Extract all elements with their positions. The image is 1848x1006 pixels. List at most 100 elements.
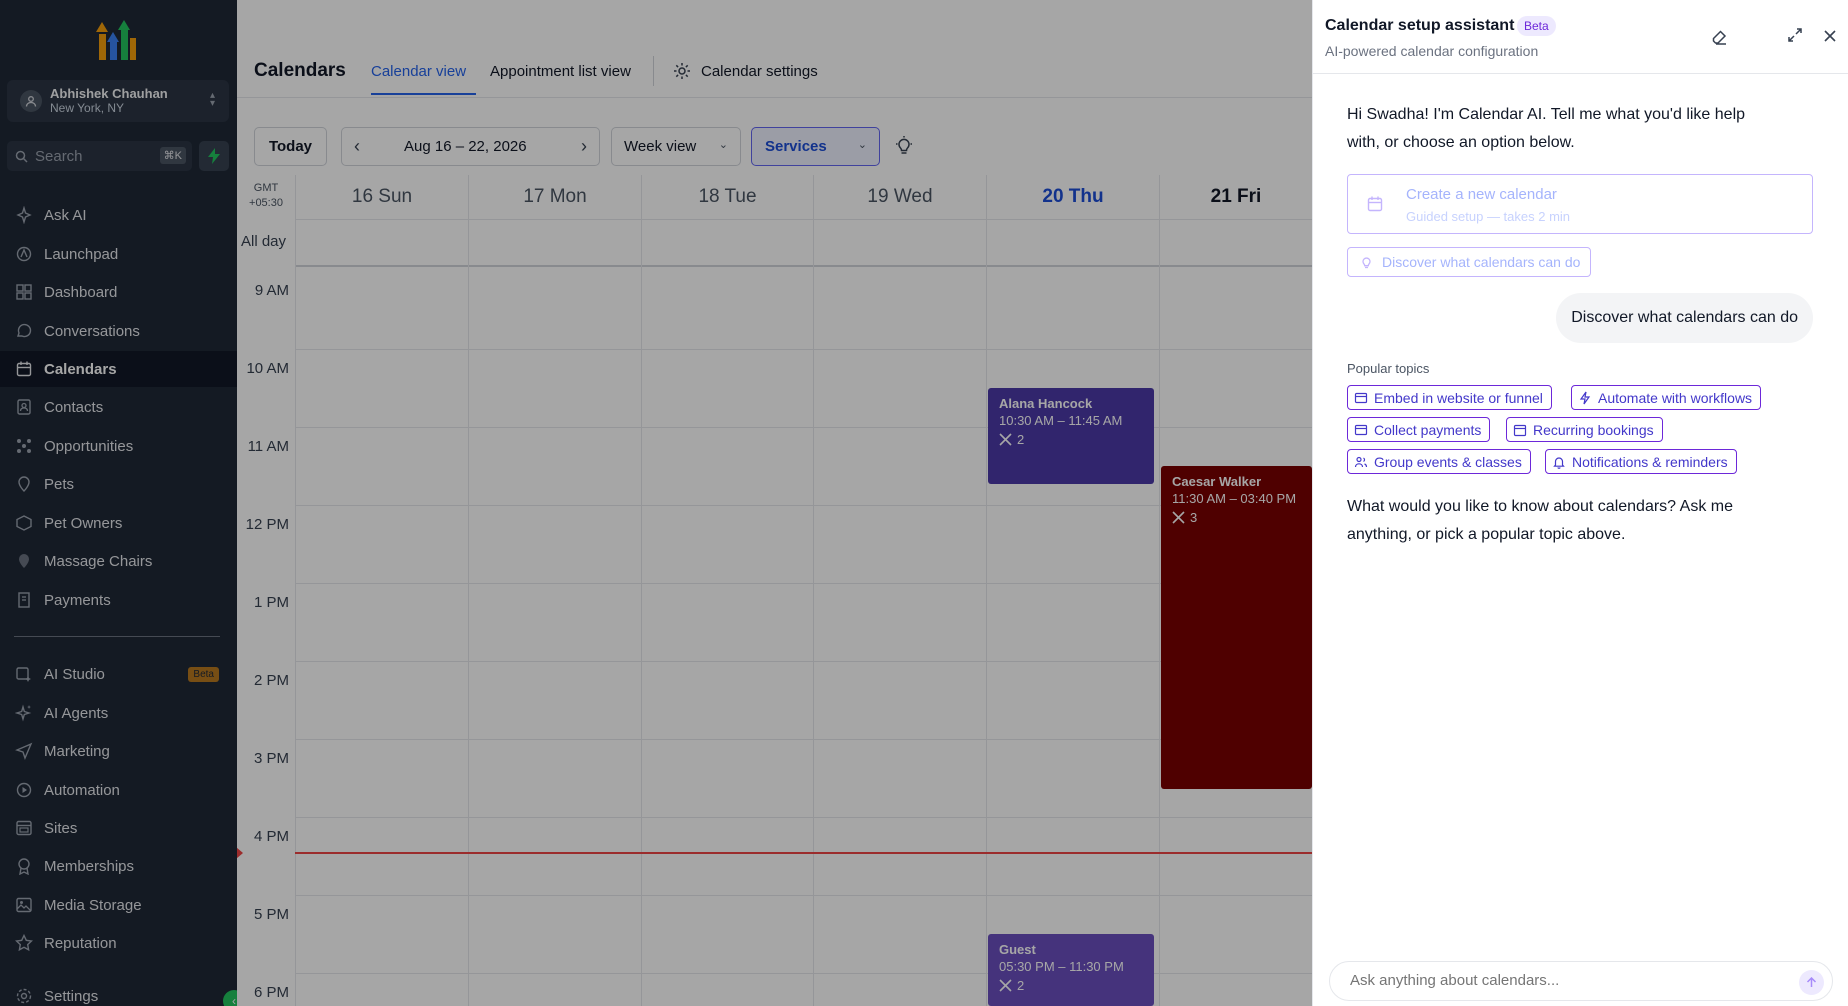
tools-icon <box>999 433 1012 446</box>
tab-appointment-list-view[interactable]: Appointment list view <box>490 63 631 80</box>
tab-calendar-view[interactable]: Calendar view <box>371 63 466 80</box>
date-range-label: Aug 16 – 22, 2026 <box>404 138 527 155</box>
event-name: Guest <box>999 942 1036 957</box>
topic-chip[interactable]: Recurring bookings <box>1506 417 1663 442</box>
nav-sites[interactable]: Sites <box>0 810 237 846</box>
lightbulb-icon[interactable] <box>893 135 915 157</box>
chat-input[interactable] <box>1350 972 1780 989</box>
reply-line: What would you like to know about calend… <box>1347 498 1733 515</box>
today-button[interactable]: Today <box>254 127 327 166</box>
day-header[interactable]: 18 Tue <box>641 175 813 219</box>
nav-automation[interactable]: Automation <box>0 772 237 808</box>
grid-line <box>986 175 987 1006</box>
nav-marketing[interactable]: Marketing <box>0 733 237 769</box>
account-switcher[interactable]: Abhishek Chauhan New York, NY ▴ ▾ <box>7 80 229 122</box>
nav-label: Memberships <box>44 857 135 875</box>
event-count: 3 <box>1190 510 1198 525</box>
nav-opportunities[interactable]: Opportunities <box>0 428 237 464</box>
next-week-button[interactable]: › <box>581 136 587 157</box>
nav-calendars[interactable]: Calendars <box>0 351 237 387</box>
timezone-gmt: GMT <box>253 182 279 194</box>
nav-reputation[interactable]: Reputation <box>0 925 237 961</box>
time-label: 1 PM <box>253 594 289 611</box>
day-header[interactable]: 16 Sun <box>295 175 468 219</box>
services-filter[interactable]: Services ⌄ <box>751 127 880 166</box>
event-services: 2 <box>999 431 1143 448</box>
time-label: 11 AM <box>247 438 289 455</box>
create-calendar-option[interactable]: Create a new calendar Guided setup — tak… <box>1347 174 1813 234</box>
event-count: 2 <box>1017 978 1025 993</box>
location-icon <box>20 90 42 112</box>
event-time: 05:30 PM – 11:30 PM <box>999 959 1124 974</box>
nav-pet-owners[interactable]: Pet Owners <box>0 505 237 541</box>
opportunities-icon <box>17 439 31 453</box>
event-card[interactable]: Alana Hancock 10:30 AM – 11:45 AM 2 <box>988 388 1154 484</box>
send-button[interactable] <box>1799 970 1824 995</box>
assistant-greeting: Hi Swadha! I'm Calendar AI. Tell me what… <box>1347 101 1745 157</box>
view-select[interactable]: Week view ⌄ <box>611 127 741 166</box>
hour-line <box>295 427 1312 428</box>
event-card[interactable]: Guest 05:30 PM – 11:30 PM 2 <box>988 934 1154 1006</box>
close-icon[interactable] <box>1823 29 1837 43</box>
nav-pets[interactable]: Pets <box>0 466 237 502</box>
topic-chip[interactable]: Group events & classes <box>1347 449 1531 474</box>
eraser-icon[interactable] <box>1709 27 1729 47</box>
topic-chip[interactable]: Automate with workflows <box>1571 385 1762 410</box>
calendar-icon <box>1367 196 1383 212</box>
nav-media-storage[interactable]: Media Storage <box>0 887 237 923</box>
topic-label: Collect payments <box>1374 421 1482 438</box>
nav-conversations[interactable]: Conversations <box>0 313 237 349</box>
topic-label: Automate with workflows <box>1598 389 1753 406</box>
nav-massage-chairs[interactable]: Massage Chairs <box>0 543 237 579</box>
nav-memberships[interactable]: Memberships <box>0 848 237 884</box>
nav-dashboard[interactable]: Dashboard <box>0 274 237 310</box>
logo-icon[interactable] <box>95 18 139 62</box>
assistant-subtitle: AI-powered calendar configuration <box>1325 43 1539 59</box>
chevron-left-icon: ‹ <box>232 994 236 1006</box>
calendar-icon <box>16 361 32 377</box>
hour-line <box>295 583 1312 584</box>
day-header[interactable]: 21 Fri <box>1159 175 1312 219</box>
hour-line <box>295 349 1312 350</box>
day-header[interactable]: 17 Mon <box>468 175 641 219</box>
time-label: 5 PM <box>253 906 289 923</box>
create-calendar-subtitle: Guided setup — takes 2 min <box>1406 209 1571 224</box>
discover-option[interactable]: Discover what calendars can do <box>1347 247 1592 277</box>
search-shortcut: ⌘K <box>159 147 186 164</box>
tab-bar: Calendars Calendar view Appointment list… <box>237 52 1312 98</box>
account-location: New York, NY <box>50 101 125 115</box>
lightning-icon <box>1579 391 1591 404</box>
day-header[interactable]: 19 Wed <box>813 175 986 219</box>
account-name: Abhishek Chauhan <box>50 86 168 101</box>
nav-launchpad[interactable]: Launchpad <box>0 236 237 272</box>
expand-icon[interactable] <box>1787 27 1803 43</box>
calendar-settings-button[interactable]: Calendar settings <box>672 61 818 81</box>
nav-label: Dashboard <box>44 283 118 301</box>
search-input[interactable]: Search ⌘K <box>7 141 192 171</box>
topic-chip[interactable]: Embed in website or funnel <box>1347 385 1552 410</box>
pin-icon <box>18 476 30 492</box>
hour-line <box>295 817 1312 818</box>
nav-ai-studio[interactable]: AI Studio Beta <box>0 656 237 692</box>
nav-ask-ai[interactable]: Ask AI <box>0 197 237 233</box>
day-header-today[interactable]: 20 Thu <box>986 175 1159 219</box>
hour-line <box>295 661 1312 662</box>
nav-payments[interactable]: Payments <box>0 582 237 618</box>
prev-week-button[interactable]: ‹ <box>354 136 360 157</box>
tools-icon <box>1172 511 1185 524</box>
nav-settings[interactable]: Settings <box>0 978 237 1006</box>
assistant-panel: Calendar setup assistant Beta AI-powered… <box>1312 0 1848 1006</box>
event-card[interactable]: Caesar Walker 11:30 AM – 03:40 PM 3 <box>1161 466 1312 789</box>
grid-line <box>1159 175 1160 1006</box>
topic-chip[interactable]: Collect payments <box>1347 417 1491 442</box>
event-count: 2 <box>1017 432 1025 447</box>
topic-chip[interactable]: Notifications & reminders <box>1545 449 1737 474</box>
nav-label: Ask AI <box>44 206 87 224</box>
lightbulb-icon <box>1362 257 1371 269</box>
quick-action-button[interactable] <box>199 141 229 171</box>
nav-label: Contacts <box>44 398 104 416</box>
nav-label: Settings <box>44 987 99 1005</box>
nav-contacts[interactable]: Contacts <box>0 389 237 425</box>
grid-line <box>641 175 642 1006</box>
nav-ai-agents[interactable]: AI Agents <box>0 695 237 731</box>
